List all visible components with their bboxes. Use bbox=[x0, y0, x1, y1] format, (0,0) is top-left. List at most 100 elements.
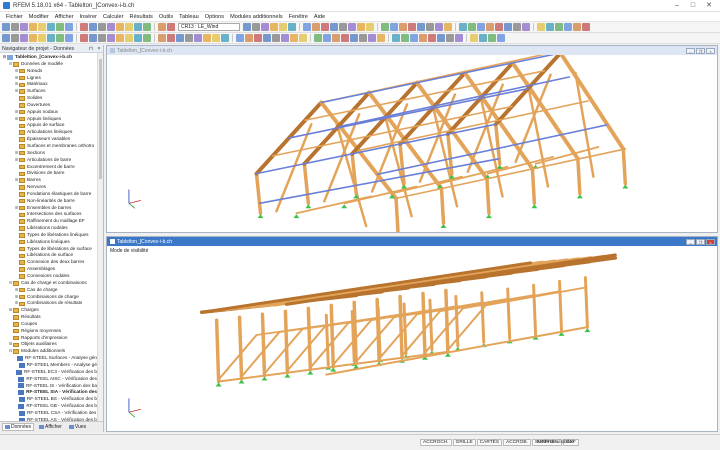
timber-member[interactable] bbox=[423, 293, 425, 354]
timber-member[interactable] bbox=[496, 124, 500, 164]
tree-item[interactable]: Nervures bbox=[0, 184, 97, 191]
view-restore-icon[interactable]: ❐ bbox=[696, 48, 705, 54]
tree-item[interactable]: ⊞Appuis linéiques bbox=[0, 116, 97, 123]
nodal-support-icon[interactable] bbox=[305, 204, 311, 208]
timber-member[interactable] bbox=[430, 300, 432, 349]
toolbar-tool-icon[interactable] bbox=[2, 23, 10, 31]
toolbar-tool-icon[interactable] bbox=[134, 34, 142, 42]
navigator-tab-1[interactable]: Afficher bbox=[37, 424, 64, 430]
status-toggle-3[interactable]: ACCROB. bbox=[503, 439, 531, 446]
toolbar-tool-icon[interactable] bbox=[203, 34, 211, 42]
toolbar-tool-icon[interactable] bbox=[497, 34, 505, 42]
tree-item[interactable]: ⊞Combinaisons de résultats bbox=[0, 300, 97, 307]
toolbar-tool-icon[interactable] bbox=[11, 23, 19, 31]
timber-member[interactable] bbox=[242, 332, 280, 377]
maximize-icon[interactable]: □ bbox=[685, 0, 701, 12]
toolbar-tool-icon[interactable] bbox=[116, 23, 124, 31]
timber-member[interactable] bbox=[217, 320, 219, 381]
toolbar-tool-icon[interactable] bbox=[98, 34, 106, 42]
toolbar-tool-icon[interactable] bbox=[143, 23, 151, 31]
timber-member[interactable] bbox=[446, 291, 448, 352]
nodal-support-icon[interactable] bbox=[293, 214, 299, 218]
tree-item[interactable]: Solides bbox=[0, 95, 97, 102]
view-close-icon[interactable]: × bbox=[706, 48, 715, 54]
timber-member[interactable] bbox=[396, 198, 398, 232]
toolbar-tool-icon[interactable] bbox=[401, 34, 409, 42]
timber-member[interactable] bbox=[304, 164, 308, 204]
toolbar-tool-icon[interactable] bbox=[303, 23, 311, 31]
timber-member[interactable] bbox=[623, 149, 625, 184]
tree-item[interactable]: RF-STEEL SIA - Vérification des bbox=[0, 389, 97, 396]
toolbar-tool-icon[interactable] bbox=[321, 23, 329, 31]
tree-item[interactable]: RF-STEEL CSA - Vérification des bbox=[0, 410, 97, 417]
toolbar-tool-icon[interactable] bbox=[89, 34, 97, 42]
scrollbar-thumb[interactable] bbox=[99, 59, 102, 179]
timber-member[interactable] bbox=[487, 179, 489, 214]
tree-item[interactable]: Raffinement du maillage EF bbox=[0, 218, 97, 225]
model-canvas-top[interactable] bbox=[107, 55, 717, 232]
timber-member[interactable] bbox=[287, 326, 325, 371]
tree-item[interactable]: ⊞Sections bbox=[0, 150, 97, 157]
nodal-support-icon[interactable] bbox=[497, 165, 503, 169]
nodal-support-icon[interactable] bbox=[584, 328, 590, 332]
toolbar-tool-icon[interactable] bbox=[2, 34, 10, 42]
timber-member[interactable] bbox=[326, 315, 328, 364]
toolbar-tool-icon[interactable] bbox=[252, 23, 260, 31]
toolbar-tool-icon[interactable] bbox=[486, 23, 494, 31]
nodal-support-icon[interactable] bbox=[261, 377, 267, 381]
tree-item[interactable]: Assemblages bbox=[0, 266, 97, 273]
toolbar-tool-icon[interactable] bbox=[348, 23, 356, 31]
tree-item[interactable]: RF-STEEL AISC - Vérification des bbox=[0, 376, 97, 383]
toolbar-tool-icon[interactable] bbox=[263, 34, 271, 42]
toolbar-tool-icon[interactable] bbox=[29, 34, 37, 42]
toolbar-tool-icon[interactable] bbox=[573, 23, 581, 31]
timber-member[interactable] bbox=[262, 314, 264, 375]
tree-item[interactable]: ⊞Surfaces bbox=[0, 88, 97, 95]
toolbar-tool-icon[interactable] bbox=[134, 23, 142, 31]
toolbar-tool-icon[interactable] bbox=[417, 23, 425, 31]
toolbar-tool-icon[interactable] bbox=[194, 34, 202, 42]
tree-item[interactable]: ⊞Cas de charge bbox=[0, 287, 97, 294]
tree-item[interactable]: Coupes bbox=[0, 321, 97, 328]
toolbar-tool-icon[interactable] bbox=[537, 23, 545, 31]
toolbar-tool-icon[interactable] bbox=[47, 23, 55, 31]
tree-item[interactable]: Connexion des deux barres bbox=[0, 259, 97, 266]
close-icon[interactable]: ✕ bbox=[701, 0, 717, 12]
toolbar-tool-icon[interactable] bbox=[437, 34, 445, 42]
tree-item[interactable]: Non-linéarités de barre bbox=[0, 198, 97, 205]
toolbar-tool-icon[interactable] bbox=[479, 34, 487, 42]
menu-item-1[interactable]: Modifier bbox=[26, 14, 52, 20]
model-canvas-bottom[interactable] bbox=[107, 246, 717, 431]
toolbar-tool-icon[interactable] bbox=[555, 23, 563, 31]
nodal-support-icon[interactable] bbox=[401, 185, 407, 189]
nodal-support-icon[interactable] bbox=[577, 194, 583, 198]
toolbar-tool-icon[interactable] bbox=[408, 23, 416, 31]
toolbar-tool-icon[interactable] bbox=[212, 34, 220, 42]
tree-item[interactable]: ⊞Lignes bbox=[0, 75, 97, 82]
toolbar-tool-icon[interactable] bbox=[455, 34, 463, 42]
toolbar-tool-icon[interactable] bbox=[56, 34, 64, 42]
view-minimize-icon[interactable]: – bbox=[686, 48, 695, 54]
tree-item[interactable]: Résultats bbox=[0, 314, 97, 321]
timber-member[interactable] bbox=[257, 174, 261, 214]
toolbar-tool-icon[interactable] bbox=[65, 34, 73, 42]
tree-item[interactable]: ⊟Données de modèle bbox=[0, 61, 97, 68]
timber-member[interactable] bbox=[379, 314, 417, 359]
tree-item[interactable]: ⊟Cas de charge et combinaisons bbox=[0, 280, 97, 287]
toolbar-tool-icon[interactable] bbox=[435, 23, 443, 31]
timber-member[interactable] bbox=[264, 329, 302, 374]
toolbar-tool-icon[interactable] bbox=[399, 23, 407, 31]
x-axis-icon[interactable] bbox=[129, 200, 141, 203]
toolbar-tool-icon[interactable] bbox=[377, 34, 385, 42]
ridge-beam[interactable] bbox=[286, 255, 615, 304]
tree-item[interactable]: Excentrement de barre bbox=[0, 164, 97, 171]
tree-item[interactable]: Divisions de barre bbox=[0, 170, 97, 177]
toolbar-tool-icon[interactable] bbox=[107, 34, 115, 42]
tree-item[interactable]: RF-STEEL Surfaces - Analyse gén bbox=[0, 355, 97, 362]
toolbar-tool-icon[interactable] bbox=[167, 23, 175, 31]
timber-member[interactable] bbox=[561, 55, 624, 149]
toolbar-tool-icon[interactable] bbox=[20, 34, 28, 42]
tree-item[interactable]: Fondations élastiques de barre bbox=[0, 191, 97, 198]
toolbar-tool-icon[interactable] bbox=[245, 34, 253, 42]
toolbar-tool-icon[interactable] bbox=[290, 34, 298, 42]
